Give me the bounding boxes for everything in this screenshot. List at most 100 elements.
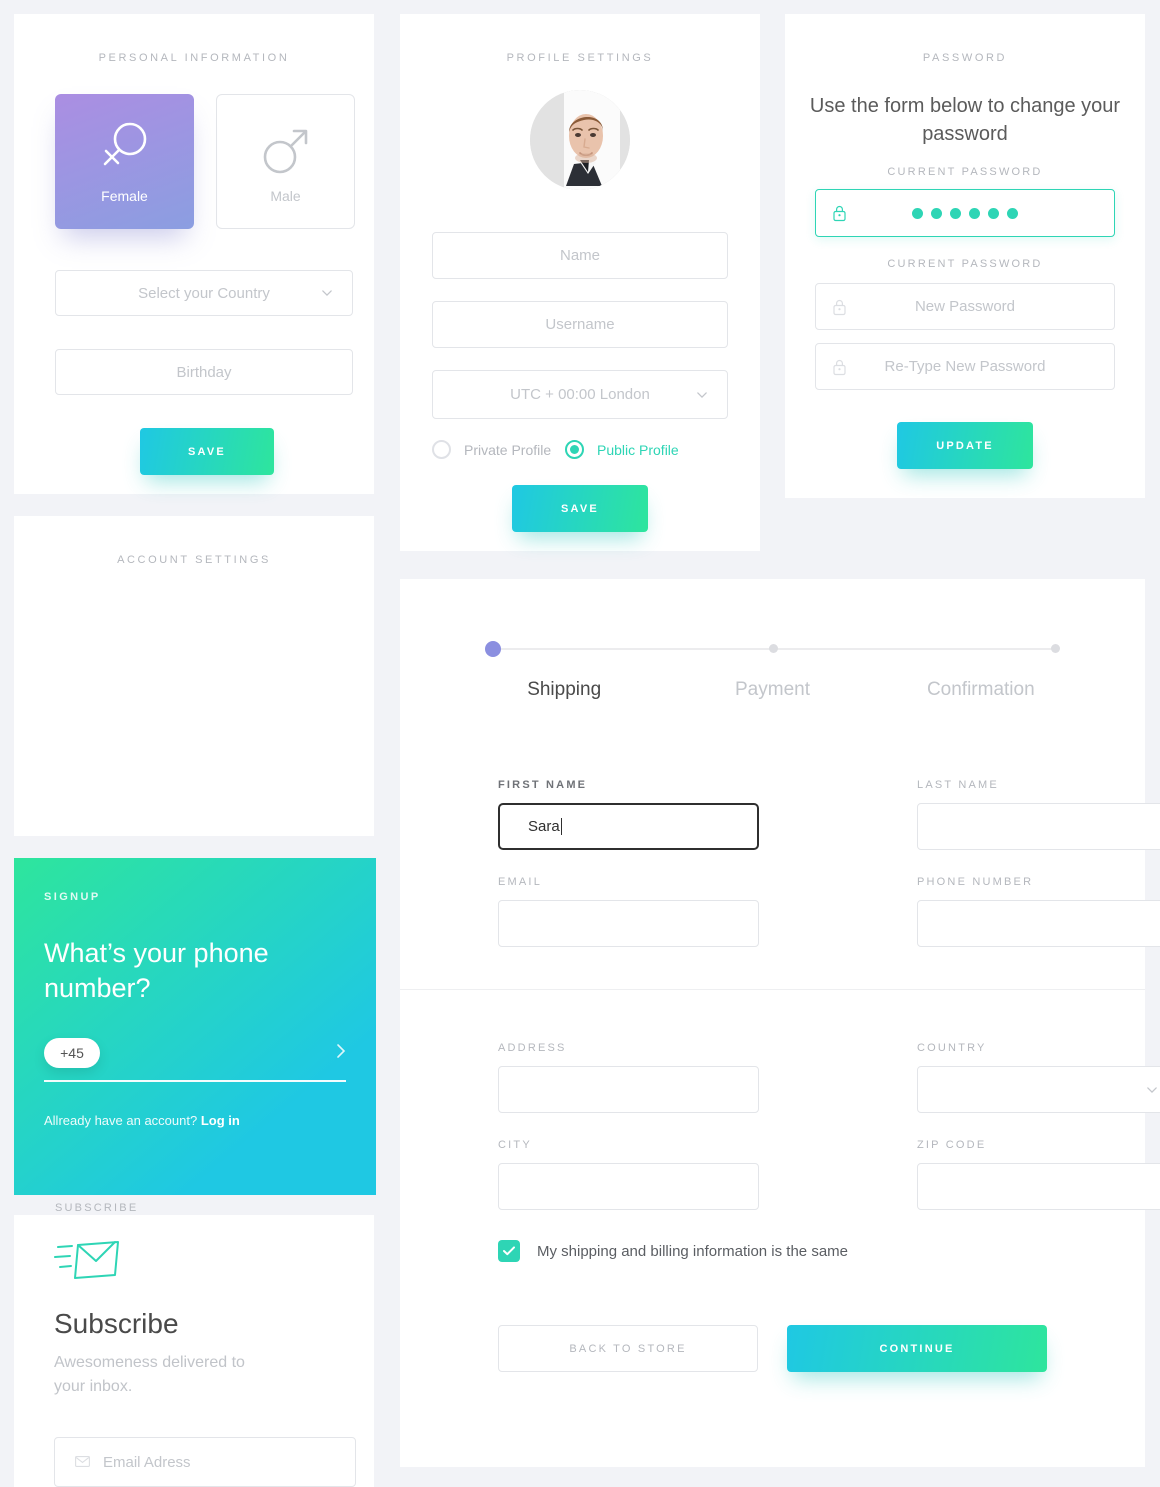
last-name-label: LAST NAME	[917, 779, 999, 791]
gender-label-male: Male	[270, 188, 301, 204]
email-field: EMAIL	[498, 876, 759, 947]
current-password-input[interactable]	[815, 189, 1115, 237]
zip-input[interactable]	[917, 1163, 1160, 1210]
save-button[interactable]: SAVE	[140, 428, 274, 475]
step-label-shipping[interactable]: Shipping	[460, 679, 668, 701]
checkout-card: Shipping Payment Confirmation FIRST NAME…	[400, 579, 1160, 1467]
email-input[interactable]	[498, 900, 759, 947]
login-prompt: Allready have an account? Log in	[44, 1113, 240, 1128]
timezone-select[interactable]: UTC + 00:00 London	[432, 370, 728, 419]
zip-field: ZIP CODE	[917, 1139, 1160, 1210]
card-title: PASSWORD	[922, 52, 1008, 64]
email-input[interactable]: Email Adress	[54, 1437, 356, 1487]
public-profile-label: Public Profile	[597, 441, 679, 458]
update-button[interactable]: UPDATE	[897, 422, 1033, 469]
signup-heading: What’s your phone number?	[44, 938, 269, 1004]
radio-unselected-icon[interactable]	[432, 440, 451, 459]
profile-settings-card: PROFILE SETTINGS Name Username UTC + 00:…	[400, 14, 760, 551]
checkout-actions: BACK TO STORE CONTINUE	[498, 1325, 1047, 1372]
email-placeholder: Email Adress	[103, 1453, 191, 1471]
address-field: ADDRESS	[498, 1042, 759, 1113]
phone-input-group[interactable]: +45	[44, 1038, 346, 1082]
subscribe-body: Awesomeness delivered to your inbox.	[54, 1354, 245, 1395]
section-divider	[400, 989, 1145, 990]
back-to-store-button[interactable]: BACK TO STORE	[498, 1325, 758, 1372]
password-card: PASSWORD Use the form below to change yo…	[785, 14, 1145, 498]
save-button[interactable]: SAVE	[512, 485, 648, 532]
login-prompt-text: Allready have an account?	[44, 1113, 198, 1128]
timezone-value: UTC + 00:00 London	[510, 386, 650, 403]
last-name-input[interactable]	[917, 803, 1160, 850]
lock-icon	[832, 359, 847, 380]
new-password-input[interactable]: New Password	[815, 283, 1115, 330]
step-dot-shipping[interactable]	[485, 641, 501, 657]
private-profile-radio-row[interactable]: Private Profile	[432, 440, 551, 459]
phone-label: PHONE NUMBER	[917, 876, 1034, 888]
envelope-icon	[54, 1237, 122, 1286]
country-label: COUNTRY	[917, 1042, 987, 1054]
same-info-checkbox-row[interactable]: My shipping and billing information is t…	[498, 1240, 1047, 1262]
step-dot-payment[interactable]	[768, 644, 778, 653]
country-select[interactable]: Select your Country	[55, 270, 353, 316]
subscribe-heading: Subscribe	[54, 1308, 179, 1339]
birthday-input[interactable]: Birthday	[55, 349, 353, 395]
username-placeholder: Username	[545, 316, 615, 333]
gender-option-male[interactable]: Male	[216, 94, 355, 229]
chevron-down-icon	[322, 290, 332, 296]
address-fields: ADDRESS COUNTRY CITY ZIP CODE	[498, 1042, 1160, 1236]
password-dots	[912, 207, 1018, 219]
radio-selected-icon[interactable]	[565, 440, 584, 459]
same-info-label: My shipping and billing information is t…	[537, 1242, 848, 1260]
email-label: EMAIL	[498, 876, 543, 888]
address-label: ADDRESS	[498, 1042, 567, 1054]
phone-input[interactable]	[917, 900, 1160, 947]
card-title: PROFILE SETTINGS	[506, 52, 654, 64]
name-input[interactable]: Name	[432, 232, 728, 279]
first-name-input[interactable]: Sara	[498, 803, 759, 850]
chevron-right-icon[interactable]	[336, 1043, 346, 1064]
address-input[interactable]	[498, 1066, 759, 1113]
chevron-down-icon	[697, 391, 707, 398]
envelope-small-icon	[75, 1454, 90, 1471]
city-input[interactable]	[498, 1163, 759, 1210]
first-name-value: Sara	[528, 818, 560, 835]
step-label-confirmation[interactable]: Confirmation	[877, 679, 1085, 701]
male-symbol-icon	[260, 119, 312, 188]
retype-password-placeholder: Re-Type New Password	[884, 358, 1046, 375]
checkbox-checked-icon[interactable]	[498, 1240, 520, 1262]
contact-fields: FIRST NAME Sara LAST NAME EMAIL PHONE NU…	[498, 779, 1160, 973]
gender-option-female[interactable]: Female	[55, 94, 194, 229]
country-select-value: Select your Country	[138, 284, 270, 302]
birthday-placeholder: Birthday	[176, 363, 232, 381]
phone-underline	[44, 1080, 346, 1082]
gender-selector: Female Male	[55, 94, 374, 229]
step-dot-confirmation[interactable]	[1051, 644, 1060, 653]
username-input[interactable]: Username	[432, 301, 728, 348]
signup-phone-card: SIGNUP What’s your phone number? +45 All…	[14, 858, 376, 1195]
login-link[interactable]: Log in	[201, 1113, 240, 1128]
lock-icon	[832, 205, 847, 226]
retype-password-input[interactable]: Re-Type New Password	[815, 343, 1115, 390]
current-password-label: CURRENT PASSWORD	[887, 166, 1043, 178]
continue-button[interactable]: CONTINUE	[787, 1325, 1047, 1372]
first-name-label: FIRST NAME	[498, 779, 588, 791]
public-profile-radio-row[interactable]: Public Profile	[565, 440, 679, 459]
password-heading: Use the form below to change your passwo…	[809, 95, 1121, 146]
first-name-field: FIRST NAME Sara	[498, 779, 759, 850]
gender-label-female: Female	[101, 188, 148, 204]
text-caret	[560, 818, 562, 835]
name-placeholder: Name	[559, 247, 600, 264]
chevron-down-icon	[1147, 1086, 1157, 1093]
lock-icon	[832, 299, 847, 320]
country-code-pill[interactable]: +45	[44, 1038, 100, 1068]
step-label-payment[interactable]: Payment	[668, 679, 876, 701]
phone-field: PHONE NUMBER	[917, 876, 1160, 947]
signup-eyebrow: SIGNUP	[44, 891, 101, 903]
progress-stepper	[485, 641, 1060, 657]
country-select[interactable]	[917, 1066, 1160, 1113]
city-label: CITY	[498, 1139, 532, 1151]
avatar[interactable]	[530, 90, 630, 190]
card-title: PERSONAL INFORMATION	[98, 52, 290, 64]
personal-information-card: PERSONAL INFORMATION Female Male Select …	[14, 14, 374, 494]
subscribe-card: Subscribe Awesomeness delivered to your …	[14, 1215, 374, 1487]
